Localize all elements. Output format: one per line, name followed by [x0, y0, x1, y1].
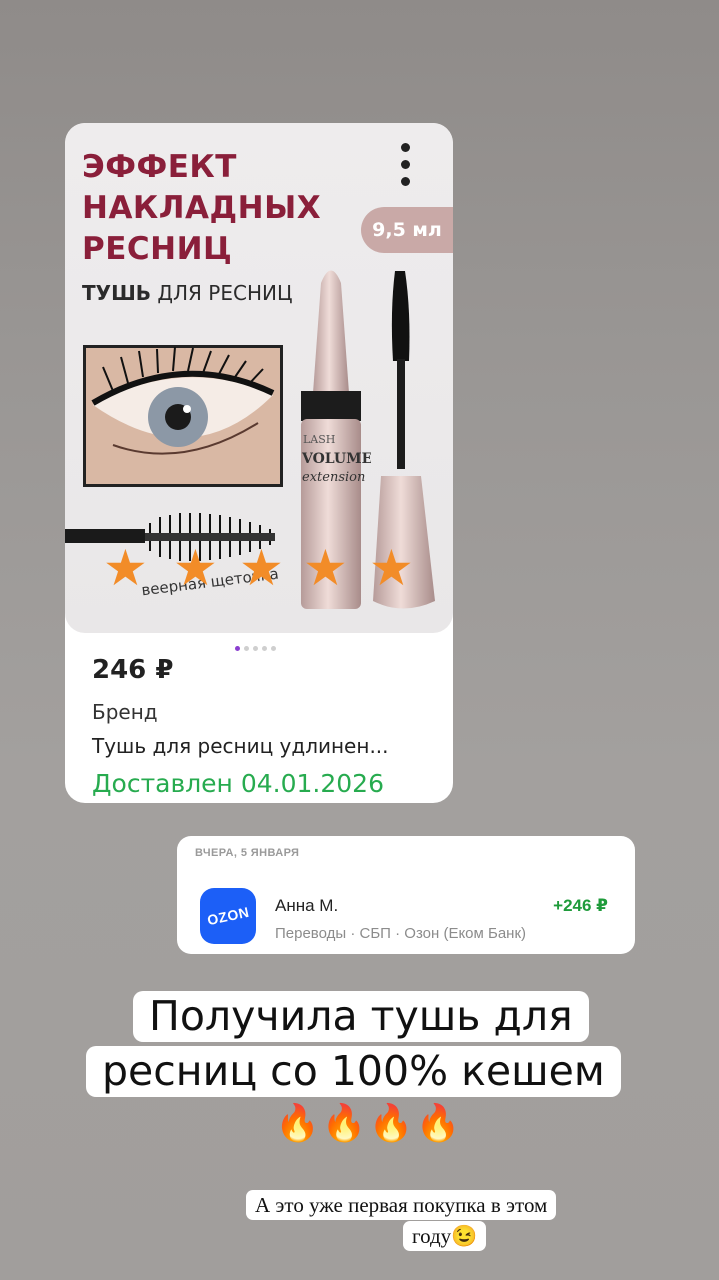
rating-star: ★: [239, 539, 284, 597]
product-name: Тушь для ресниц удлинен...: [92, 734, 389, 758]
rating-stars: ★ ★ ★ ★ ★: [103, 543, 423, 593]
fire-icon: 🔥: [368, 1102, 414, 1143]
carousel-dot: [253, 646, 258, 652]
rating-star: ★: [369, 539, 414, 597]
fire-icon: 🔥: [275, 1102, 320, 1143]
promo-subtitle: ТУШЬ ДЛЯ РЕСНИЦ: [82, 281, 293, 305]
note-line-1: А это уже первая покупка в этом: [246, 1190, 557, 1220]
svg-text:VOLUME: VOLUME: [301, 451, 371, 467]
carousel-dot: [244, 646, 249, 652]
volume-badge: 9,5 мл: [361, 207, 453, 253]
svg-text:LASH: LASH: [303, 433, 335, 446]
carousel-dot: [235, 646, 240, 652]
rating-star: ★: [173, 539, 218, 597]
fire-icon: 🔥: [415, 1102, 461, 1143]
product-image[interactable]: ЭФФЕКТ НАКЛАДНЫХ РЕСНИЦ ТУШЬ ДЛЯ РЕСНИЦ …: [65, 123, 453, 633]
svg-text:extension: extension: [302, 470, 365, 485]
carousel-dots[interactable]: [235, 640, 280, 652]
eye-photo: [83, 345, 283, 487]
promo-title: ЭФФЕКТ НАКЛАДНЫХ РЕСНИЦ: [82, 149, 322, 267]
product-card[interactable]: ЭФФЕКТ НАКЛАДНЫХ РЕСНИЦ ТУШЬ ДЛЯ РЕСНИЦ …: [65, 123, 453, 803]
ozon-logo: OZON: [200, 888, 256, 944]
more-vertical-icon[interactable]: [393, 139, 417, 201]
brand: Бренд: [92, 700, 158, 724]
carousel-dot: [262, 646, 267, 652]
rating-star: ★: [303, 539, 348, 597]
transaction-details: Переводы · СБП · Озон (Еком Банк): [275, 925, 527, 942]
caption-line-1: Получила тушь для: [133, 991, 589, 1042]
fire-emoji-row: 🔥🔥🔥🔥: [275, 1100, 462, 1146]
transaction-card[interactable]: ВЧЕРА, 5 ЯНВАРЯ OZON Анна М. Переводы · …: [177, 836, 635, 954]
delivery-status: Доставлен 04.01.2026: [92, 769, 384, 798]
rating-star: ★: [103, 539, 148, 597]
transaction-date: ВЧЕРА, 5 ЯНВАРЯ: [195, 847, 300, 859]
carousel-dot: [271, 646, 276, 652]
sender-name: Анна М.: [275, 896, 339, 915]
price: 246 ₽: [92, 655, 174, 685]
fire-icon: 🔥: [321, 1102, 367, 1143]
caption-line-2: ресниц со 100% кешем: [86, 1046, 621, 1097]
transaction-amount: +246 ₽: [553, 896, 608, 915]
note-line-2: году😉: [403, 1221, 487, 1251]
